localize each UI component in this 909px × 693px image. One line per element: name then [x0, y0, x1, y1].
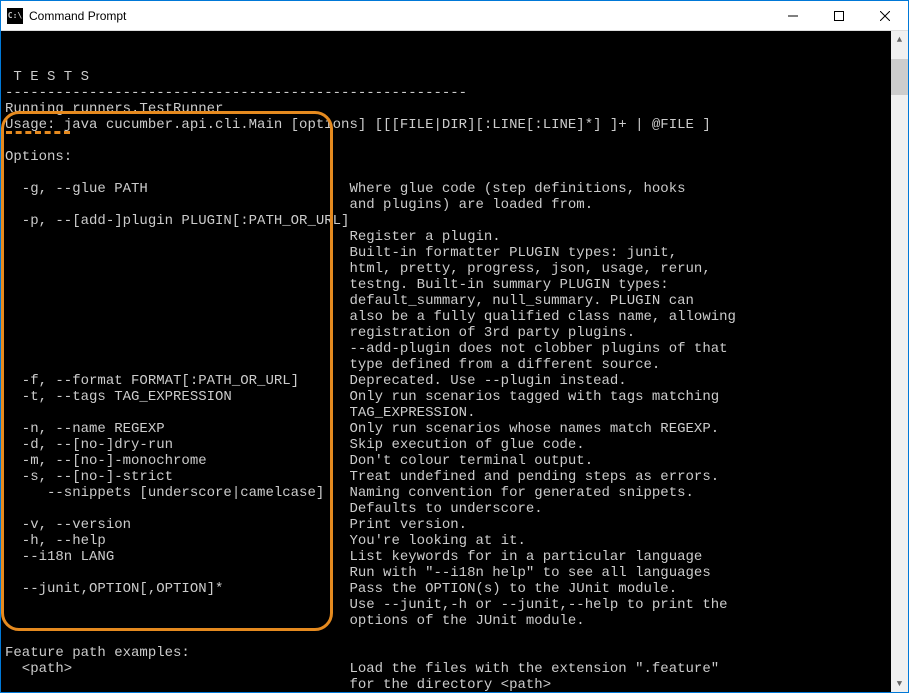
- terminal-area[interactable]: T E S T S ------------------------------…: [1, 31, 908, 692]
- minimize-button[interactable]: [770, 1, 816, 31]
- terminal-content: T E S T S ------------------------------…: [5, 69, 904, 692]
- titlebar: C:\ Command Prompt: [1, 1, 908, 31]
- close-button[interactable]: [862, 1, 908, 31]
- maximize-icon: [834, 11, 844, 21]
- vertical-scrollbar[interactable]: ▲ ▼: [891, 31, 908, 692]
- minimize-icon: [788, 11, 798, 21]
- scrollbar-thumb[interactable]: [891, 59, 908, 95]
- maximize-button[interactable]: [816, 1, 862, 31]
- cmd-icon: C:\: [7, 8, 23, 24]
- scroll-down-icon[interactable]: ▼: [891, 675, 908, 692]
- close-icon: [880, 11, 890, 21]
- window-title: Command Prompt: [29, 9, 126, 23]
- scroll-up-icon[interactable]: ▲: [891, 31, 908, 48]
